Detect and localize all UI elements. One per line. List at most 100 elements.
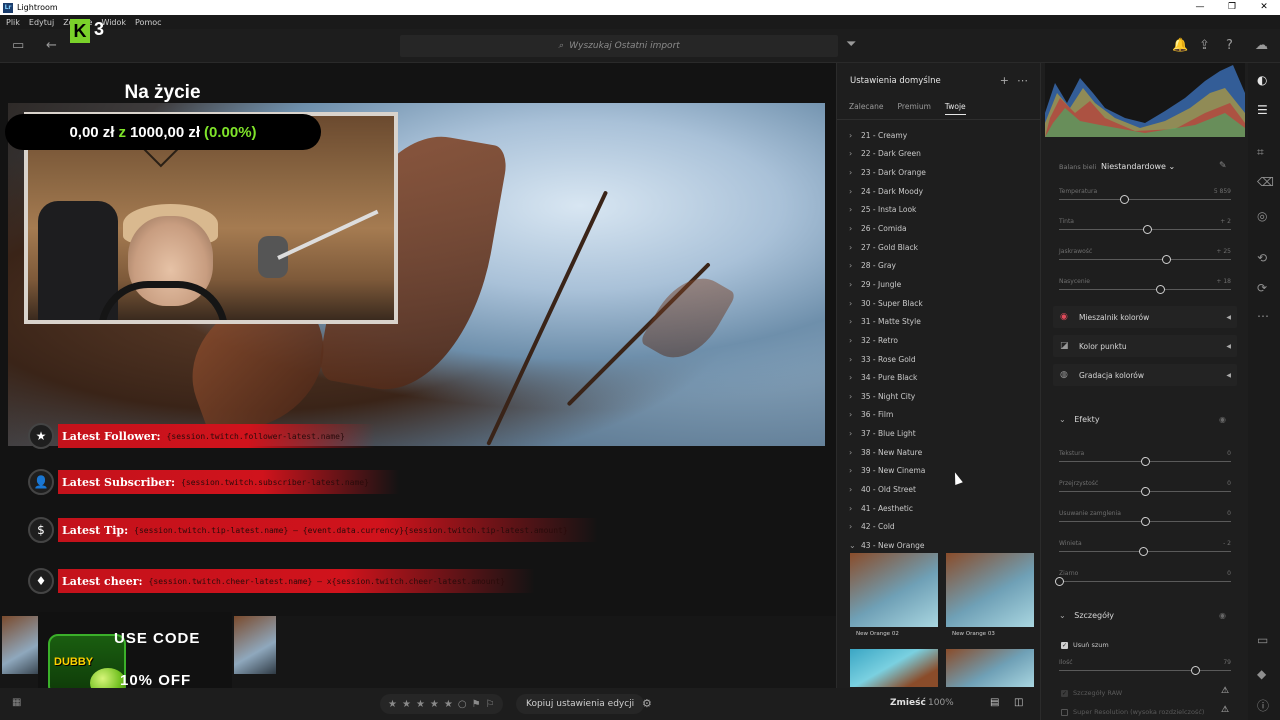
versions-icon[interactable]: ⟳ [1257, 281, 1267, 295]
slider-track[interactable] [1059, 259, 1231, 260]
preset-item[interactable]: › 31 - Matte Style [849, 312, 1039, 331]
slider[interactable]: Winieta - 2 [1059, 540, 1231, 566]
before-after-icon[interactable]: ◫ [1014, 697, 1023, 708]
eyedropper-icon[interactable]: ✎ [1219, 161, 1227, 171]
preset-item[interactable]: › 33 - Rose Gold [849, 350, 1039, 369]
preset-item[interactable]: › 28 - Gray [849, 256, 1039, 275]
slider-knob[interactable] [1142, 225, 1152, 234]
slider[interactable]: Tinta + 2 [1059, 218, 1231, 244]
preset-item[interactable]: ⌄ 43 - New Orange [849, 536, 1039, 555]
star-icon[interactable]: ★ [430, 699, 439, 710]
checkbox-checked[interactable]: ✓ [1061, 641, 1068, 649]
slider[interactable]: Ziarno 0 [1055, 570, 1231, 596]
preset-item[interactable]: › 23 - Dark Orange [849, 163, 1039, 182]
preset-thumbnail[interactable] [850, 649, 938, 687]
restore-button[interactable]: ❐ [1216, 0, 1248, 15]
more-options-icon[interactable]: ⋯ [1017, 74, 1028, 87]
star-icon[interactable]: ★ [416, 699, 425, 710]
info-icon[interactable]: ⓘ [1257, 697, 1269, 714]
help-icon[interactable]: ? [1226, 38, 1233, 53]
slider-knob[interactable] [1141, 457, 1150, 466]
tag-icon[interactable]: ◆ [1257, 667, 1266, 681]
slider[interactable]: Przejrzystość 0 [1059, 480, 1231, 506]
checkbox-unchecked[interactable] [1061, 708, 1068, 716]
slider[interactable]: Nasycenie + 18 [1059, 278, 1231, 304]
grid-view-icon[interactable]: ▦ [12, 697, 21, 708]
slider[interactable]: Temperatura 5 859 [1059, 188, 1231, 214]
menu-help[interactable]: Pomoc [135, 18, 162, 27]
slider-track[interactable] [1059, 199, 1231, 200]
edit-sliders-icon[interactable]: ☰ [1257, 103, 1268, 117]
back-arrow-icon[interactable]: ← [46, 38, 57, 53]
minimize-button[interactable]: — [1184, 0, 1216, 15]
super-resolution-checkbox[interactable]: Super Resolution (wysoka rozdzielczość) [1061, 708, 1204, 716]
slider-knob[interactable] [1055, 577, 1064, 586]
more-icon[interactable]: ⋯ [1257, 309, 1269, 323]
gear-icon[interactable]: ⚙ [642, 697, 652, 710]
slider[interactable]: Jaskrawość + 25 [1059, 248, 1231, 274]
tab-premium[interactable]: Premium [898, 102, 931, 115]
preset-item[interactable]: › 36 - Film [849, 406, 1039, 425]
color-grading-section[interactable]: ◍ Gradacja kolorów ◀ [1053, 364, 1237, 386]
healing-icon[interactable]: ⌫ [1257, 175, 1274, 189]
copy-edit-settings-button[interactable]: Kopiuj ustawienia edycji [516, 694, 645, 714]
panel-toggle-icon[interactable]: ▭ [12, 38, 24, 53]
white-balance-select[interactable]: Niestandardowe ⌄ [1101, 162, 1175, 171]
add-preset-icon[interactable]: + [1000, 74, 1009, 87]
filmstrip-thumbnail[interactable] [234, 616, 276, 674]
point-color-section[interactable]: ◪ Kolor punktu ◀ [1053, 335, 1237, 357]
preset-item[interactable]: › 35 - Night City [849, 387, 1039, 406]
preset-item[interactable]: › 37 - Blue Light [849, 424, 1039, 443]
denoise-checkbox[interactable]: ✓ Usuń szum [1061, 641, 1109, 649]
menu-edit[interactable]: Edytuj [29, 18, 54, 27]
slider[interactable]: Tekstura 0 [1059, 450, 1231, 476]
effects-header[interactable]: ⌄ Efekty ◉ [1059, 415, 1226, 424]
zoom-select[interactable]: 100% [928, 698, 954, 708]
preset-item[interactable]: › 39 - New Cinema [849, 462, 1039, 481]
raw-details-checkbox[interactable]: ✓ Szczegóły RAW [1061, 689, 1122, 697]
preset-item[interactable]: › 32 - Retro [849, 331, 1039, 350]
circle-icon[interactable]: ○ [458, 699, 467, 710]
slider-knob[interactable] [1141, 487, 1150, 496]
preset-item[interactable]: › 22 - Dark Green [849, 145, 1039, 164]
preset-item[interactable]: › 27 - Gold Black [849, 238, 1039, 257]
preset-item[interactable]: › 40 - Old Street [849, 480, 1039, 499]
preset-item[interactable]: › 25 - Insta Look [849, 201, 1039, 220]
rating-stars[interactable]: ★ ★ ★ ★ ★ ○ ⚑ ⚐ [380, 694, 503, 714]
amount-slider[interactable]: Ilość 79 [1059, 659, 1231, 685]
slider-knob[interactable] [1139, 547, 1149, 556]
color-mixer-section[interactable]: ◉ Mieszalnik kolorów ◀ [1053, 306, 1237, 328]
crop-icon[interactable]: ⌗ [1257, 145, 1264, 160]
preset-item[interactable]: › 29 - Jungle [849, 275, 1039, 294]
comparison-view-icon[interactable]: ▤ [990, 697, 999, 708]
slider-track[interactable] [1059, 289, 1231, 290]
preset-item[interactable]: › 24 - Dark Moody [849, 182, 1039, 201]
reject-flag-icon[interactable]: ⚐ [486, 699, 495, 710]
star-icon[interactable]: ★ [444, 699, 453, 710]
preset-item[interactable]: › 30 - Super Black [849, 294, 1039, 313]
slider[interactable]: Usuwanie zamglenia 0 [1059, 510, 1231, 536]
tab-recommended[interactable]: Zalecane [849, 102, 884, 115]
menu-view[interactable]: Widok [101, 18, 126, 27]
slider-track[interactable] [1059, 670, 1231, 671]
preset-item[interactable]: › 21 - Creamy [849, 126, 1039, 145]
menu-file[interactable]: Plik [6, 18, 20, 27]
preset-thumbnail[interactable] [946, 649, 1034, 687]
slider-knob[interactable] [1120, 195, 1130, 204]
slider-track[interactable] [1059, 581, 1231, 582]
flag-icon[interactable]: ⚑ [472, 699, 481, 710]
cloud-icon[interactable]: ☁ [1255, 38, 1268, 53]
notifications-icon[interactable]: 🔔 [1172, 38, 1188, 53]
star-icon[interactable]: ★ [402, 699, 411, 710]
preset-thumbnail[interactable] [946, 553, 1034, 627]
share-icon[interactable]: ⇪ [1199, 38, 1210, 53]
details-header[interactable]: ⌄ Szczegóły ◉ [1059, 611, 1226, 620]
eye-icon[interactable]: ◉ [1219, 415, 1226, 424]
close-button[interactable]: ✕ [1248, 0, 1280, 15]
checkbox-checked[interactable]: ✓ [1061, 689, 1068, 697]
slider-knob[interactable] [1161, 255, 1171, 264]
slider-knob[interactable] [1141, 517, 1150, 526]
auto-adjust-icon[interactable]: ◐ [1257, 73, 1267, 87]
filter-icon[interactable]: ⏷ [846, 37, 856, 52]
search-input[interactable]: ⌕ Wyszukaj Ostatni import [400, 35, 838, 57]
